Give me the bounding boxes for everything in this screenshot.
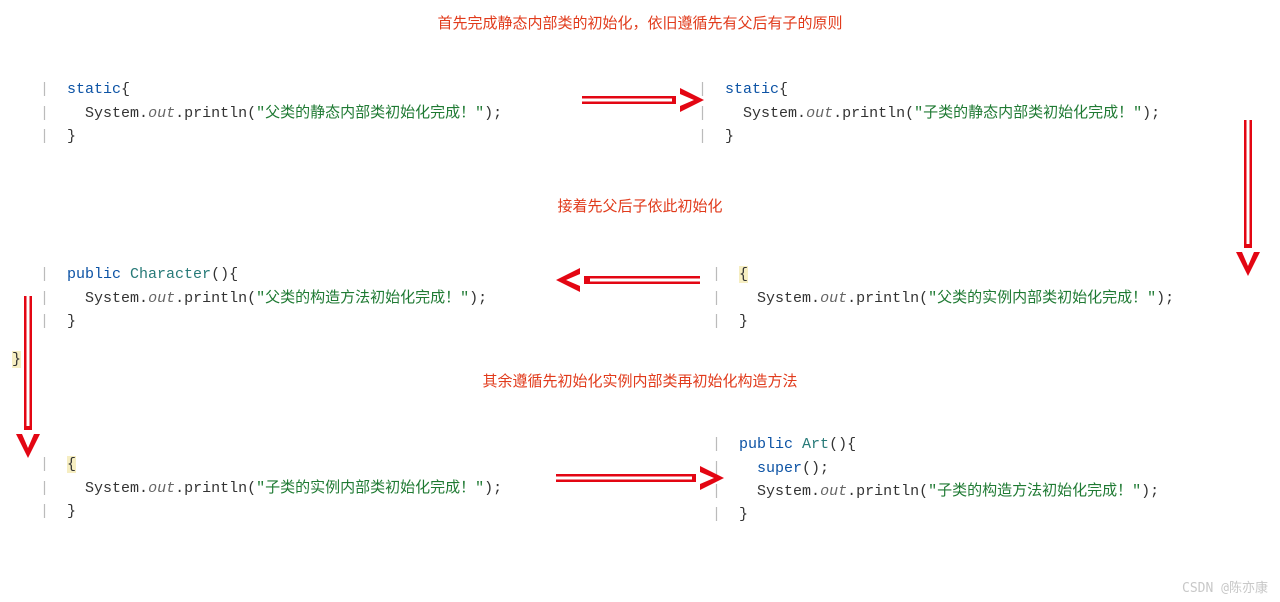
annotation-arrows bbox=[0, 0, 1280, 602]
arrow-static-to-static bbox=[582, 88, 704, 112]
arrow-down-left bbox=[16, 296, 40, 458]
arrow-instance-to-constructor bbox=[556, 268, 700, 292]
arrow-down-right bbox=[1236, 120, 1260, 276]
arrow-instance-to-art bbox=[556, 466, 724, 490]
watermark: CSDN @陈亦康 bbox=[1182, 577, 1268, 596]
